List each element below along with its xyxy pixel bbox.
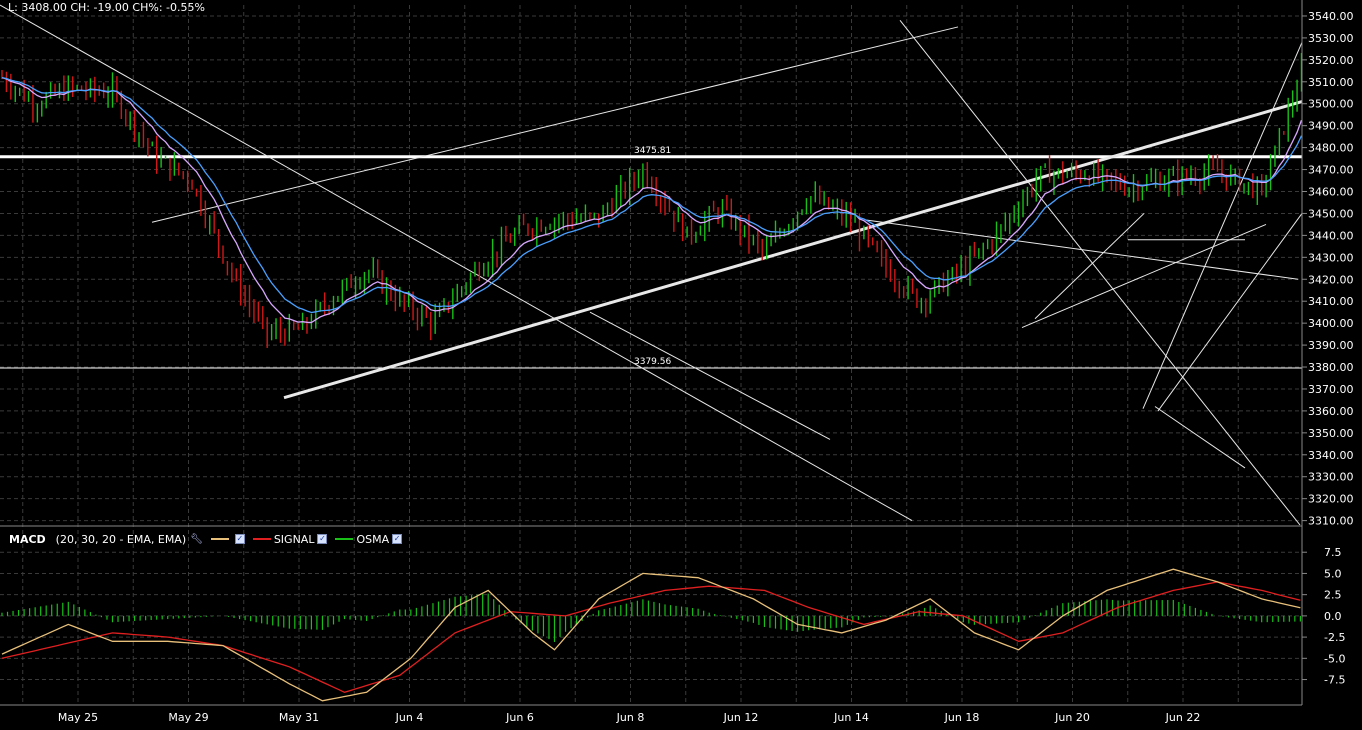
macd-tick-label: 0.0: [1324, 610, 1342, 623]
y-tick-label: 3430.00: [1308, 251, 1354, 264]
macd-title: MACD: [9, 532, 46, 546]
macd-legend: MACD (20, 30, 20 - EMA, EMA) 🔧︎ ✓ SIGNAL…: [3, 532, 403, 546]
x-tick-label: May 31: [279, 711, 319, 724]
x-tick-label: Jun 22: [1165, 711, 1201, 724]
x-tick-label: Jun 4: [395, 711, 424, 724]
ohlc-readout: L: 3408.00 CH: -19.00 CH%: -0.55%: [8, 1, 205, 14]
x-tick-label: Jun 6: [505, 711, 534, 724]
x-tick-label: Jun 12: [723, 711, 759, 724]
macd-tick-label: 7.5: [1324, 546, 1342, 559]
macd-tick-label: -5.0: [1324, 652, 1345, 665]
signal-visible-checkbox[interactable]: ✓: [317, 534, 328, 544]
osma-label: OSMA: [356, 532, 390, 546]
osma-visible-checkbox[interactable]: ✓: [392, 534, 403, 544]
y-tick-label: 3440.00: [1308, 229, 1354, 242]
y-tick-label: 3460.00: [1308, 185, 1354, 198]
y-tick-label: 3340.00: [1308, 449, 1354, 462]
x-tick-label: Jun 14: [833, 711, 869, 724]
macd-params: (20, 30, 20 - EMA, EMA): [55, 532, 187, 546]
macd-tick-label: 5.0: [1324, 567, 1342, 580]
y-tick-label: 3420.00: [1308, 273, 1354, 286]
y-tick-label: 3510.00: [1308, 76, 1354, 89]
signal-line-swatch: [252, 538, 271, 540]
level-label: 3475.81: [634, 146, 671, 156]
y-tick-label: 3540.00: [1308, 10, 1354, 23]
y-tick-label: 3500.00: [1308, 98, 1354, 111]
y-tick-label: 3450.00: [1308, 207, 1354, 220]
y-tick-label: 3470.00: [1308, 164, 1354, 177]
y-tick-label: 3330.00: [1308, 471, 1354, 484]
y-tick-label: 3490.00: [1308, 120, 1354, 133]
level-label: 3379.56: [634, 357, 671, 367]
y-tick-label: 3410.00: [1308, 295, 1354, 308]
x-tick-label: Jun 20: [1054, 711, 1090, 724]
signal-label: SIGNAL: [273, 532, 315, 546]
y-tick-label: 3530.00: [1308, 32, 1354, 45]
macd-visible-checkbox[interactable]: ✓: [234, 534, 245, 544]
x-tick-label: May 29: [168, 711, 208, 724]
y-tick-label: 3520.00: [1308, 54, 1354, 67]
y-tick-label: 3400.00: [1308, 317, 1354, 330]
x-tick-label: Jun 18: [944, 711, 980, 724]
y-tick-label: 3320.00: [1308, 493, 1354, 506]
macd-tick-label: -7.5: [1324, 674, 1345, 687]
y-tick-label: 3370.00: [1308, 383, 1354, 396]
osma-swatch: [335, 538, 354, 540]
y-tick-label: 3360.00: [1308, 405, 1354, 418]
x-tick-label: Jun 8: [616, 711, 645, 724]
macd-tick-label: -2.5: [1324, 631, 1345, 644]
macd-tick-label: 2.5: [1324, 589, 1342, 602]
wrench-icon[interactable]: 🔧︎: [190, 534, 203, 545]
chart-canvas[interactable]: 3475.81 3379.56 3540.00 3530.00 3520.00 3510…: [0, 0, 1362, 730]
y-tick-label: 3310.00: [1308, 515, 1354, 528]
y-tick-label: 3390.00: [1308, 339, 1354, 352]
y-tick-label: 3380.00: [1308, 361, 1354, 374]
x-tick-label: May 25: [58, 711, 98, 724]
y-tick-label: 3480.00: [1308, 142, 1354, 155]
macd-line-swatch: [210, 538, 229, 540]
y-tick-label: 3350.00: [1308, 427, 1354, 440]
